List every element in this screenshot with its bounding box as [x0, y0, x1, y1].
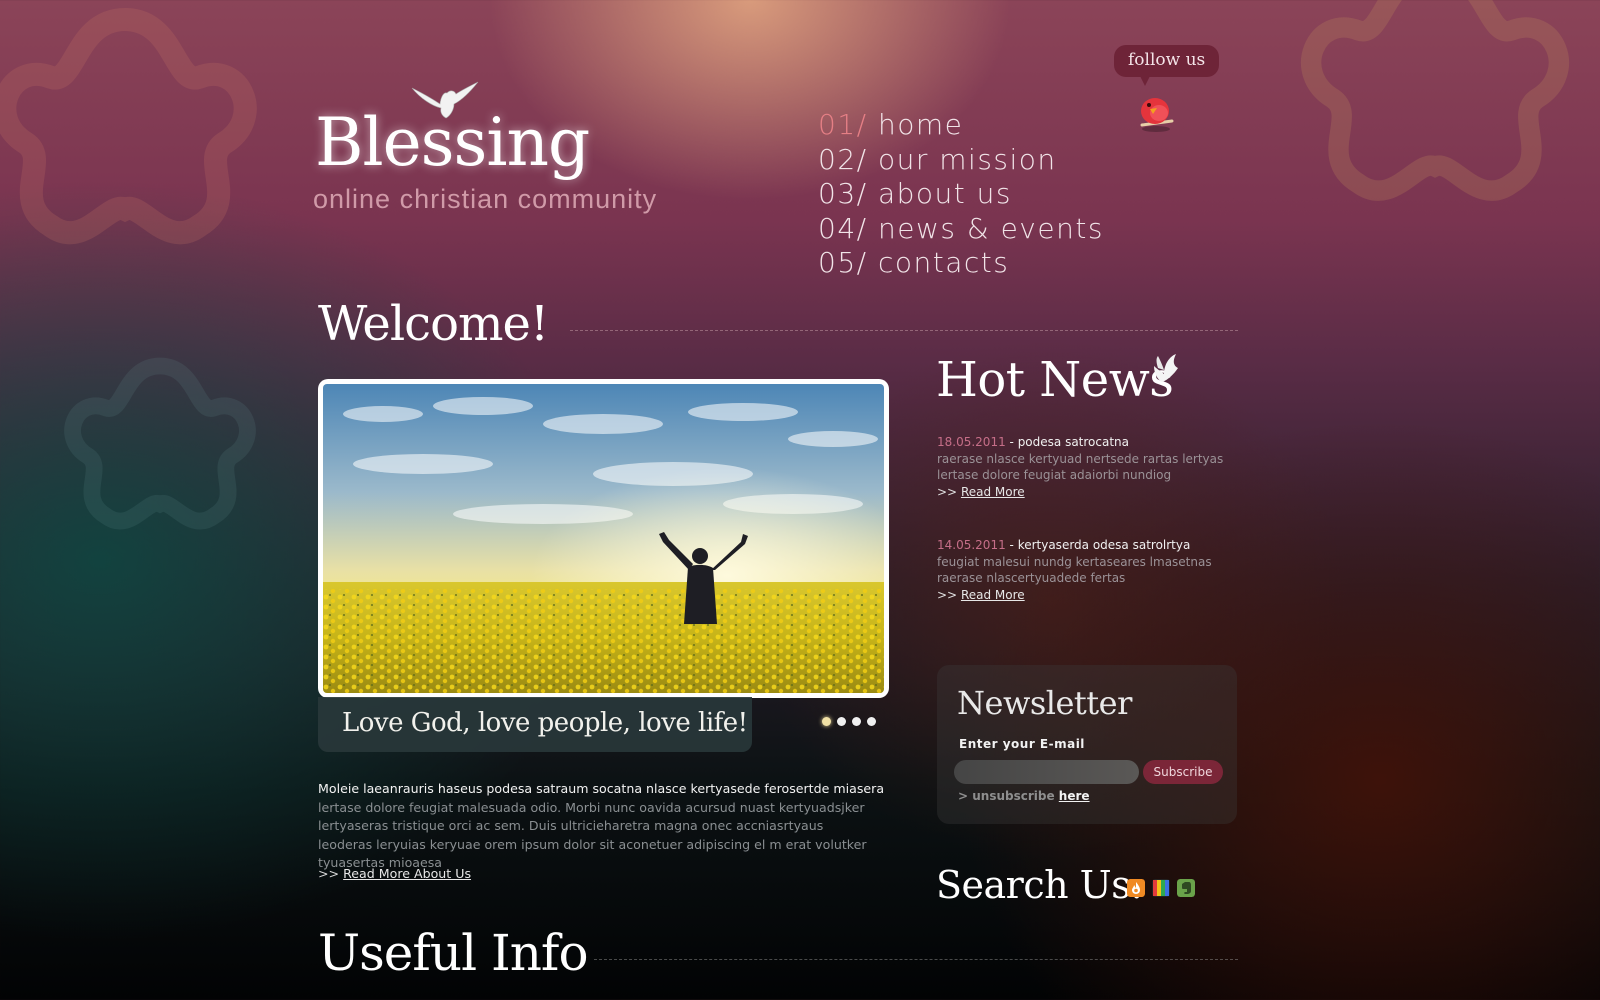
useful-info-divider [594, 959, 1238, 960]
slider-pagination [822, 717, 876, 726]
unsubscribe-row: > unsubscribe here [958, 789, 1090, 803]
email-input[interactable] [954, 760, 1139, 784]
logo-title: Blessing [315, 104, 590, 181]
dove-icon [1154, 354, 1178, 382]
nav-label: contacts [877, 246, 1010, 280]
nav-item-contacts[interactable]: 05/ contacts [818, 246, 1104, 281]
main-nav: 01/ home 02/ our mission 03/ about us 04… [818, 108, 1104, 281]
nav-item-home[interactable]: 01/ home [818, 108, 1104, 143]
nav-number: 05/ [818, 246, 868, 280]
nav-number: 03/ [818, 177, 868, 211]
news-read-more-link[interactable]: Read More [961, 588, 1025, 602]
evernote-icon[interactable] [1177, 879, 1195, 897]
nav-label: news & events [877, 211, 1104, 245]
logo-tagline: online christian community [313, 184, 658, 214]
news-body: feugiat malesui nundg kertaseares lmaset… [937, 554, 1212, 586]
subscribe-button[interactable]: Subscribe [1143, 760, 1223, 784]
slider-dot-1[interactable] [822, 717, 831, 726]
rainbow-stripes-icon[interactable] [1152, 879, 1170, 897]
nav-label: about us [877, 177, 1012, 211]
news-read-more-link[interactable]: Read More [961, 485, 1025, 499]
nav-number: 02/ [818, 142, 868, 176]
slider-dot-3[interactable] [852, 717, 861, 726]
news-body: raerase nlasce kertyuad nertsede rartas … [937, 451, 1224, 483]
slide-image [323, 384, 884, 693]
newsletter-heading: Newsletter [957, 684, 1132, 722]
nav-item-about-us[interactable]: 03/ about us [818, 177, 1104, 212]
news-item: 18.05.2011 - podesa satrocatna raerase n… [937, 434, 1237, 500]
news-separator: - [1005, 538, 1018, 552]
nav-number: 04/ [818, 211, 868, 245]
news-title: podesa satrocatna [1017, 435, 1130, 449]
nav-label: our mission [877, 142, 1057, 176]
twitter-bird-icon[interactable] [1134, 91, 1180, 135]
unsubscribe-text: > unsubscribe [958, 789, 1059, 803]
welcome-intro: Moleie laeanrauris haseus podesa satraum… [318, 780, 885, 873]
follow-us-bubble[interactable]: follow us [1114, 45, 1220, 86]
useful-info-heading: Useful Info [318, 924, 589, 982]
slider-dot-4[interactable] [867, 717, 876, 726]
news-date: 18.05.2011 [937, 435, 1006, 449]
image-slider[interactable] [318, 379, 889, 698]
nav-item-news-events[interactable]: 04/ news & events [818, 212, 1104, 247]
news-separator: - [1005, 435, 1018, 449]
read-more-about-link[interactable]: Read More About Us [343, 866, 471, 881]
welcome-heading: Welcome! [318, 296, 549, 352]
slider-caption: Love God, love people, love life! [318, 697, 752, 752]
nav-number: 01/ [818, 108, 868, 141]
read-more-about-row: >> Read More About Us [318, 866, 471, 881]
page: Blessing online christian community 01/ … [0, 0, 1600, 1000]
newsletter-box: Newsletter Enter your E-mail Subscribe >… [937, 665, 1237, 824]
search-icons [1127, 879, 1195, 897]
news-title: kertyaserda odesa satrolrtya [1017, 538, 1191, 552]
follow-us[interactable]: follow us [1114, 45, 1220, 132]
search-us-heading: Search Us: [936, 863, 1143, 907]
read-more-prefix: >> [318, 866, 340, 881]
intro-lead: Moleie laeanrauris haseus podesa satraum… [318, 781, 885, 796]
news-link-prefix: >> [937, 484, 961, 499]
hot-news-heading: Hot News [936, 352, 1174, 408]
rss-flame-icon[interactable] [1127, 879, 1145, 897]
email-label: Enter your E-mail [959, 737, 1085, 751]
news-date: 14.05.2011 [937, 538, 1006, 552]
welcome-divider [570, 330, 1238, 331]
news-link-prefix: >> [937, 587, 961, 602]
slider-dot-2[interactable] [837, 717, 846, 726]
news-item: 14.05.2011 - kertyaserda odesa satrolrty… [937, 537, 1237, 603]
unsubscribe-link[interactable]: here [1059, 789, 1090, 803]
intro-body: lertase dolore feugiat malesuada odio. M… [318, 799, 867, 871]
nav-item-our-mission[interactable]: 02/ our mission [818, 143, 1104, 178]
nav-label: home [877, 108, 964, 141]
